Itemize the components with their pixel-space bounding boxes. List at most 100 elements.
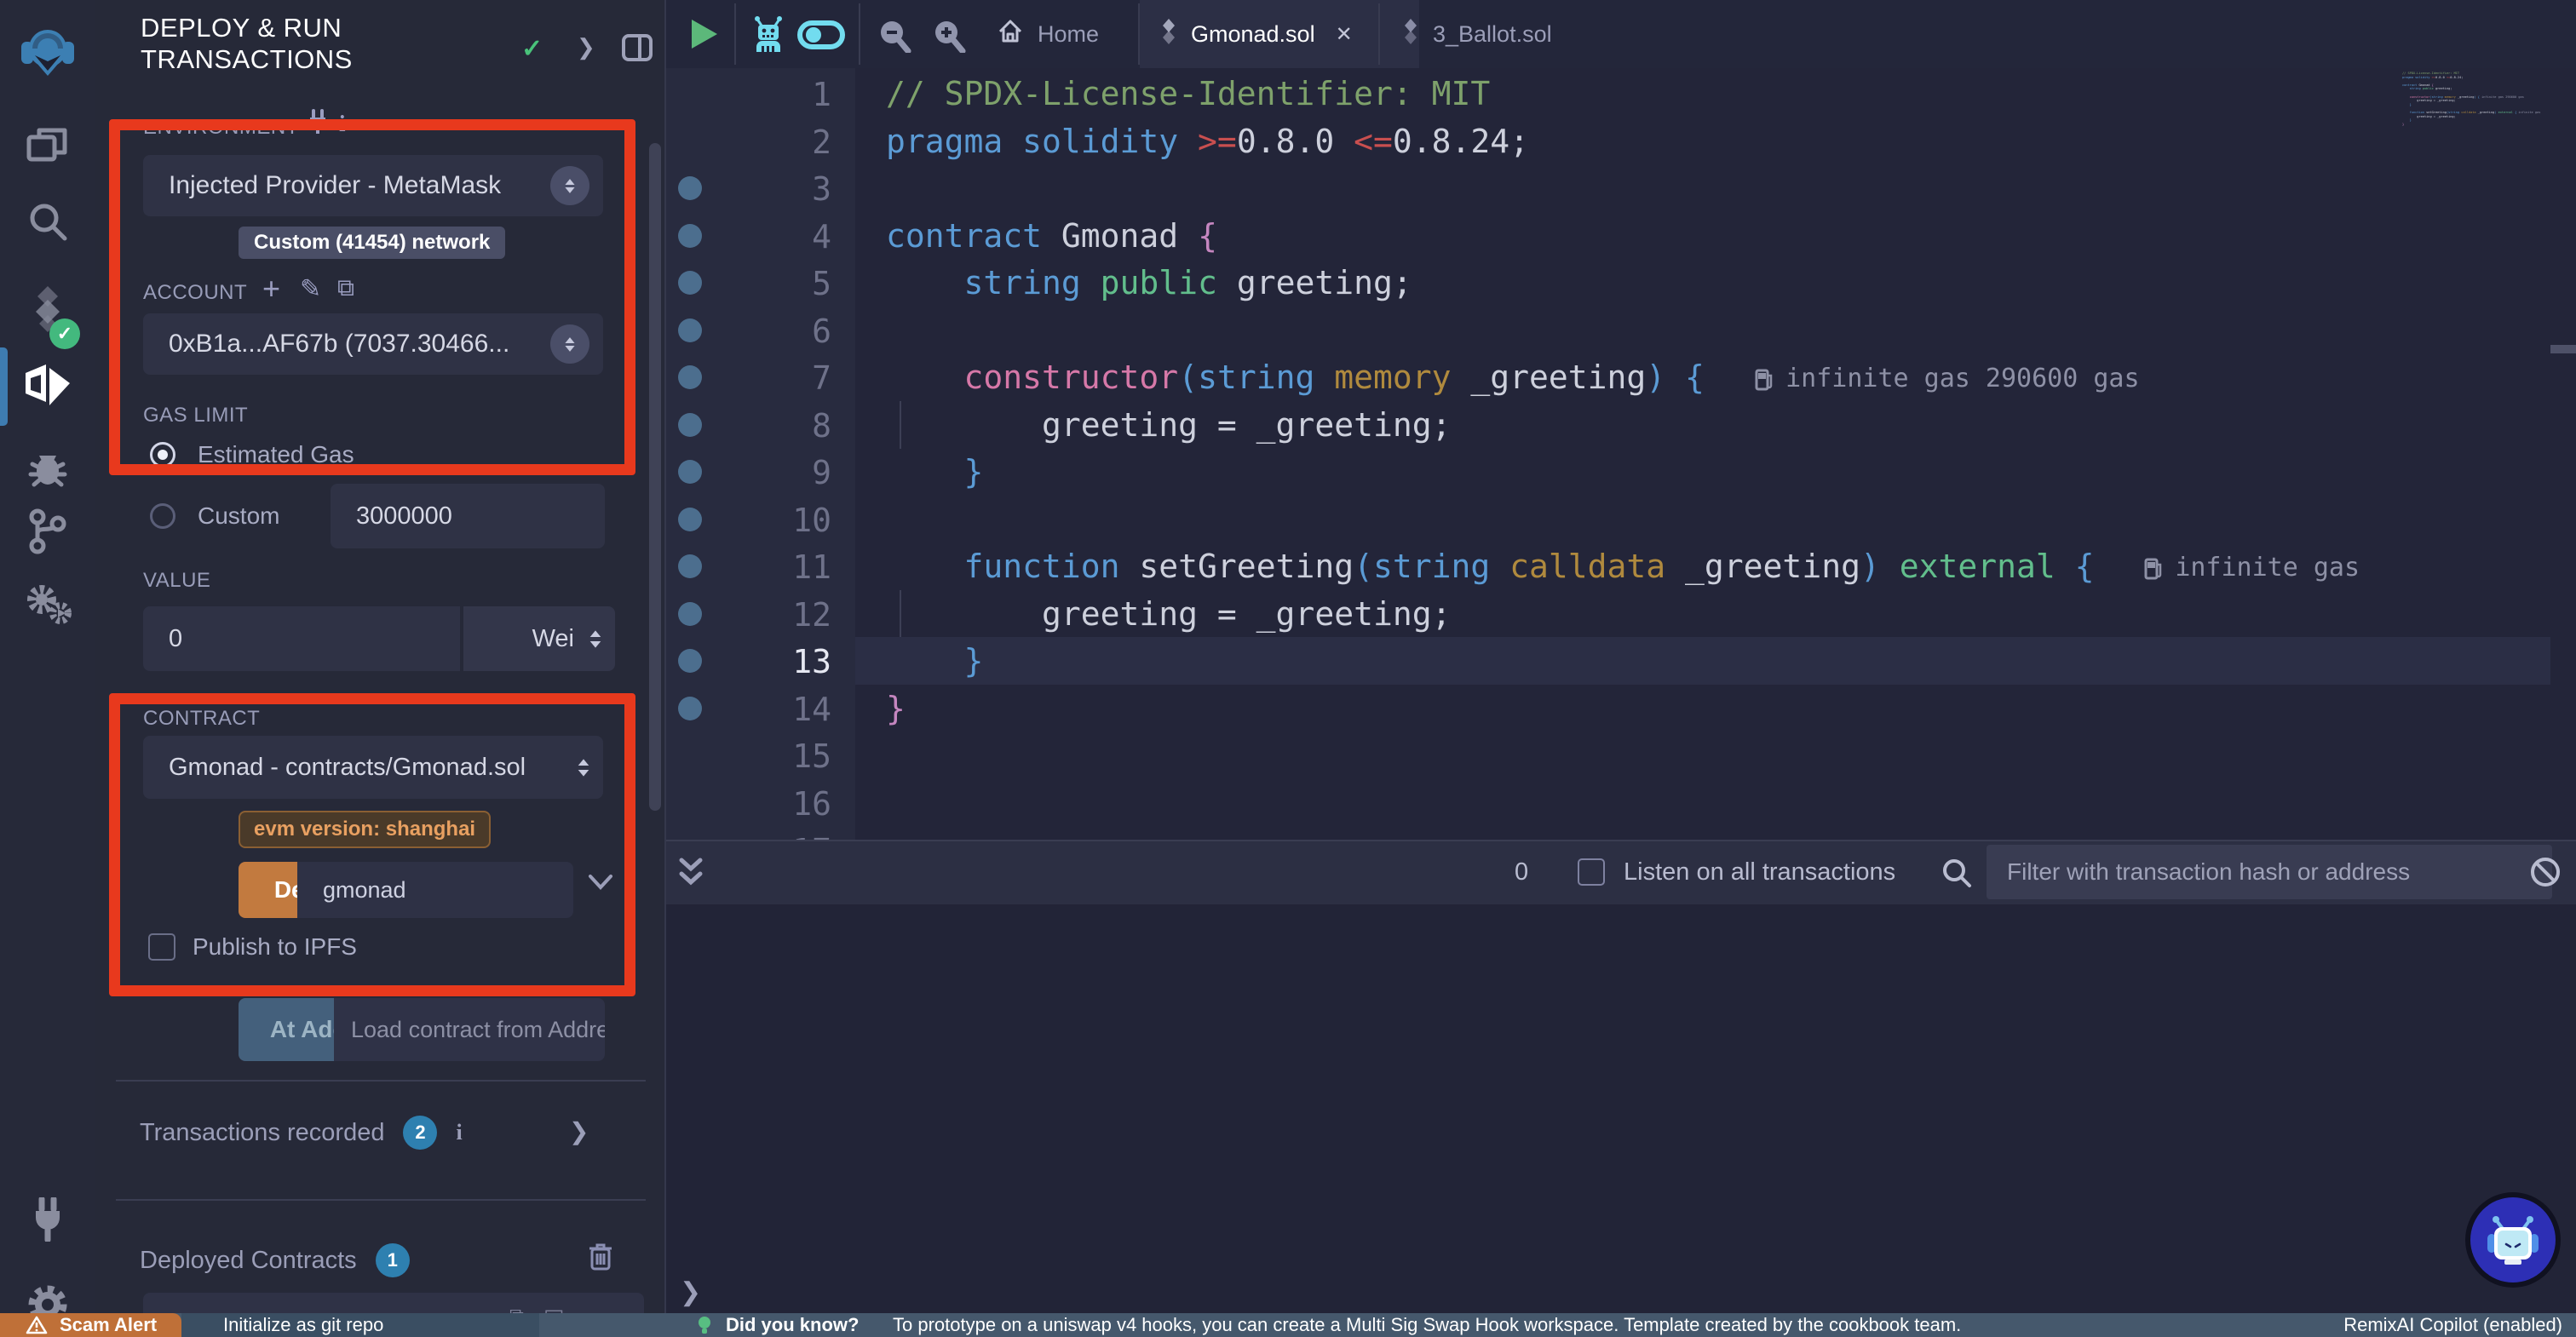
overview-ruler-cursor-marker — [2550, 345, 2576, 353]
editor-minimap[interactable]: // SPDX-License-Identifier: MITpragma so… — [2402, 72, 2556, 138]
code-line[interactable]: 14} — [666, 685, 2576, 732]
code-line[interactable]: 15 — [666, 732, 2576, 779]
terminal-output[interactable]: ❯ — [666, 904, 2576, 1313]
gutter-dot-icon[interactable] — [678, 176, 702, 200]
gutter-dot-icon[interactable] — [678, 460, 702, 484]
clear-terminal-ban-icon[interactable] — [2528, 855, 2562, 893]
gutter-dot-icon[interactable] — [678, 365, 702, 389]
select-spinner-icon — [550, 166, 589, 205]
custom-gas-radio[interactable]: Custom — [150, 502, 279, 530]
code-line[interactable]: 12 greeting = _greeting; — [666, 590, 2576, 638]
select-spinner-icon — [578, 759, 589, 776]
code-line[interactable]: 2pragma solidity >=0.8.0 <=0.8.24; — [666, 118, 2576, 165]
environment-select[interactable]: Injected Provider - MetaMask — [143, 155, 603, 216]
zoom-in-icon[interactable] — [932, 19, 966, 57]
split-panel-icon[interactable] — [622, 34, 653, 68]
remix-logo-icon[interactable] — [0, 22, 95, 83]
tip-text: To prototype on a uniswap v4 hooks, you … — [893, 1313, 1961, 1337]
warning-triangle-icon — [26, 1316, 48, 1334]
code-line[interactable]: 17 — [666, 826, 2576, 840]
code-line[interactable]: 7 constructor(string memory _greeting) {… — [666, 353, 2576, 401]
status-bar: Initialize as git repo Scam Alert Did yo… — [0, 1313, 2576, 1337]
remix-ide-window: ✓ — [0, 0, 2576, 1337]
code-line[interactable]: 1// SPDX-License-Identifier: MIT — [666, 70, 2576, 118]
trash-icon[interactable] — [588, 1242, 613, 1275]
search-icon[interactable] — [0, 191, 95, 252]
gutter-dot-icon[interactable] — [678, 413, 702, 437]
editor-topbar: Home Gmonad.sol ✕ 3_Ballot.sol — [666, 0, 2576, 70]
account-select[interactable]: 0xB1a...AF67b (7037.30466... — [143, 313, 603, 375]
transactions-info-icon[interactable]: i — [456, 1120, 462, 1145]
plugin-manager-icon[interactable] — [0, 1189, 95, 1250]
at-address-input[interactable]: Load contract from Addre — [334, 998, 605, 1061]
run-script-play-icon[interactable] — [692, 20, 717, 49]
panel-scrollbar[interactable] — [649, 143, 661, 811]
custom-gas-input[interactable]: 3000000 — [331, 484, 605, 548]
transactions-recorded-row[interactable]: Transactions recorded 2 i — [140, 1116, 463, 1150]
listen-all-label[interactable]: Listen on all transactions — [1624, 858, 1895, 887]
edit-account-icon[interactable]: ✎ — [300, 274, 321, 304]
solidity-file-icon — [1402, 19, 1419, 50]
terminal-prompt: ❯ — [680, 1277, 701, 1307]
gutter-dot-icon[interactable] — [678, 318, 702, 342]
deployed-count-badge: 1 — [376, 1243, 410, 1277]
listen-all-checkbox[interactable] — [1578, 858, 1605, 886]
code-editor[interactable]: 1// SPDX-License-Identifier: MIT2pragma … — [666, 68, 2576, 840]
close-tab-icon[interactable]: ✕ — [1336, 22, 1353, 47]
code-line[interactable]: 16 — [666, 779, 2576, 827]
value-input[interactable]: 0 — [143, 606, 460, 671]
environment-info-icon[interactable]: i — [339, 111, 346, 137]
git-icon[interactable] — [0, 501, 95, 562]
gutter-dot-icon[interactable] — [678, 271, 702, 295]
code-line[interactable]: 4contract Gmonad { — [666, 212, 2576, 260]
divider — [116, 1199, 646, 1201]
remixai-robot-icon[interactable] — [751, 14, 785, 59]
code-line[interactable]: 6 — [666, 307, 2576, 354]
divider — [116, 1080, 646, 1082]
collapse-chevron-icon[interactable]: ❯ — [577, 34, 595, 60]
terminal-search-icon[interactable] — [1941, 857, 1973, 893]
compile-success-badge: ✓ — [49, 318, 80, 349]
remixai-copilot-button[interactable] — [2470, 1197, 2556, 1282]
zoom-out-icon[interactable] — [877, 19, 911, 57]
gutter-dot-icon[interactable] — [678, 602, 702, 626]
pin-check-icon[interactable]: ✓ — [521, 34, 543, 64]
code-line[interactable]: 13 } — [666, 637, 2576, 685]
publish-ipfs-checkbox[interactable]: Publish to IPFS — [148, 933, 357, 961]
code-line[interactable]: 5 string public greeting; — [666, 259, 2576, 307]
copy-account-icon[interactable]: ⧉ — [337, 274, 354, 302]
tab-home[interactable]: Home — [973, 0, 1123, 68]
terminal-filter-input[interactable] — [1987, 845, 2552, 899]
expand-terminal-chevrons-icon[interactable] — [678, 857, 704, 893]
add-account-icon[interactable]: + — [262, 271, 280, 307]
code-line[interactable]: 8 greeting = _greeting; — [666, 401, 2576, 449]
copilot-toggle-icon[interactable] — [797, 20, 845, 54]
git-init-label[interactable]: Initialize as git repo — [223, 1313, 383, 1337]
contract-select[interactable]: Gmonad - contracts/Gmonad.sol — [143, 736, 603, 799]
gutter-dot-icon[interactable] — [678, 697, 702, 720]
solidity-compiler-icon[interactable] — [0, 279, 95, 341]
code-line[interactable]: 9 } — [666, 448, 2576, 496]
evm-version-badge: evm version: shanghai — [239, 811, 491, 848]
deploy-and-run-icon[interactable] — [0, 356, 95, 417]
debugger-icon[interactable] — [0, 436, 95, 497]
code-line[interactable]: 11 function setGreeting(string calldata … — [666, 542, 2576, 590]
gutter-dot-icon[interactable] — [678, 554, 702, 578]
gutter-dot-icon[interactable] — [678, 649, 702, 673]
gutter-dot-icon[interactable] — [678, 224, 702, 248]
scam-alert-badge[interactable]: Scam Alert — [0, 1313, 181, 1337]
solidity-analyzers-icon[interactable] — [0, 572, 95, 634]
estimated-gas-radio[interactable]: Estimated Gas — [150, 441, 354, 468]
copilot-status-label[interactable]: RemixAI Copilot (enabled) — [2343, 1313, 2562, 1337]
code-line[interactable]: 3 — [666, 164, 2576, 212]
gutter-dot-icon[interactable] — [678, 508, 702, 531]
file-explorer-icon[interactable] — [0, 116, 95, 177]
expand-deploy-chevron-icon[interactable] — [588, 874, 613, 895]
plug-icon[interactable] — [307, 109, 329, 139]
deploy-argument-input[interactable]: gmonad — [297, 862, 573, 918]
value-unit-select[interactable]: Wei — [463, 606, 615, 671]
tab-3-ballot-sol[interactable]: 3_Ballot.sol — [1380, 0, 1574, 68]
code-line[interactable]: 10 — [666, 496, 2576, 543]
transactions-expand-chevron-icon[interactable]: ❯ — [569, 1117, 589, 1145]
tab-gmonad-sol[interactable]: Gmonad.sol ✕ — [1140, 0, 1419, 68]
